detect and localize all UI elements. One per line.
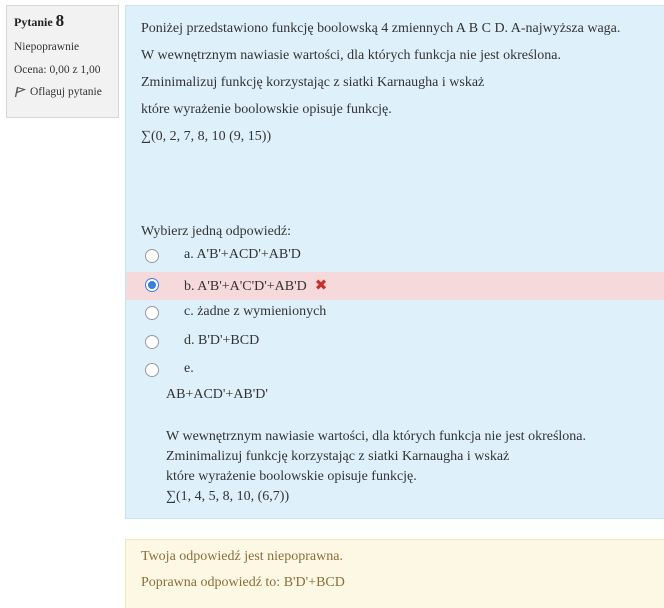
answer-option-d[interactable]: d. B'D'+BCD <box>126 329 664 357</box>
answer-option-a[interactable]: a. A'B'+ACD'+AB'D <box>126 243 664 271</box>
question-number: Pytanie 8 <box>14 11 111 31</box>
question-grade: Ocena: 0,00 z 1,00 <box>14 64 101 76</box>
feedback-incorrect-text: Twoja odpowiedź jest niepoprawna. <box>141 549 343 564</box>
option-label: a. A'B'+ACD'+AB'D <box>184 247 301 262</box>
radio-d[interactable] <box>145 335 159 349</box>
flag-icon <box>14 86 26 98</box>
question-state: Niepoprawnie <box>14 41 80 53</box>
incorrect-cross-icon: ✖ <box>314 276 328 294</box>
question-content: Poniżej przedstawiono funkcję boolowską … <box>125 5 664 519</box>
option-e-line: W wewnętrznym nawiasie wartości, dla któ… <box>166 429 586 444</box>
flag-question-link[interactable]: Oflaguj pytanie <box>14 86 111 98</box>
option-label: e. <box>184 361 194 376</box>
feedback-panel: Twoja odpowiedź jest niepoprawna. Popraw… <box>125 539 664 608</box>
option-e-spacer <box>166 406 586 428</box>
question-number-value: 8 <box>55 11 65 30</box>
question-word: Pytanie <box>14 15 53 29</box>
option-label: b. A'B'+A'C'D'+AB'D <box>184 279 307 294</box>
feedback-correct-answer: Poprawna odpowiedź to: B'D'+BCD <box>141 575 345 590</box>
answer-option-e[interactable]: e. <box>126 357 664 385</box>
question-line: Zminimalizuj funkcję korzystając z siatk… <box>141 75 485 90</box>
option-label: c. żadne z wymienionych <box>184 304 327 319</box>
option-label-wrap: b. A'B'+A'C'D'+AB'D ✖ <box>184 276 327 295</box>
radio-e[interactable] <box>145 363 159 377</box>
answer-prompt: Wybierz jedną odpowiedź: <box>141 224 291 239</box>
radio-b[interactable] <box>145 278 159 292</box>
option-e-line: Zminimalizuj funkcję korzystając z siatk… <box>166 449 510 464</box>
question-line: ∑(0, 2, 7, 8, 10 (9, 15)) <box>141 129 272 144</box>
question-line: Poniżej przedstawiono funkcję boolowską … <box>141 21 621 36</box>
flag-label: Oflaguj pytanie <box>30 86 102 98</box>
question-text: Poniżej przedstawiono funkcję boolowską … <box>141 20 620 155</box>
question-info-panel: Pytanie 8 Niepoprawnie Ocena: 0,00 z 1,0… <box>6 5 119 118</box>
option-label: d. B'D'+BCD <box>184 333 260 348</box>
radio-a[interactable] <box>145 249 159 263</box>
option-e-line: AB+ACD'+AB'D' <box>166 387 268 402</box>
answer-option-b[interactable]: b. A'B'+A'C'D'+AB'D ✖ <box>126 272 664 300</box>
question-line: W wewnętrznym nawiasie wartości, dla któ… <box>141 48 561 63</box>
option-e-line: które wyrażenie boolowskie opisuje funkc… <box>166 469 417 484</box>
answer-option-c[interactable]: c. żadne z wymienionych <box>126 300 664 328</box>
question-line: które wyrażenie boolowskie opisuje funkc… <box>141 102 392 117</box>
option-e-text: AB+ACD'+AB'D' W wewnętrznym nawiasie war… <box>166 386 586 508</box>
radio-c[interactable] <box>145 306 159 320</box>
option-e-line: ∑(1, 4, 5, 8, 10, (6,7)) <box>166 489 290 504</box>
